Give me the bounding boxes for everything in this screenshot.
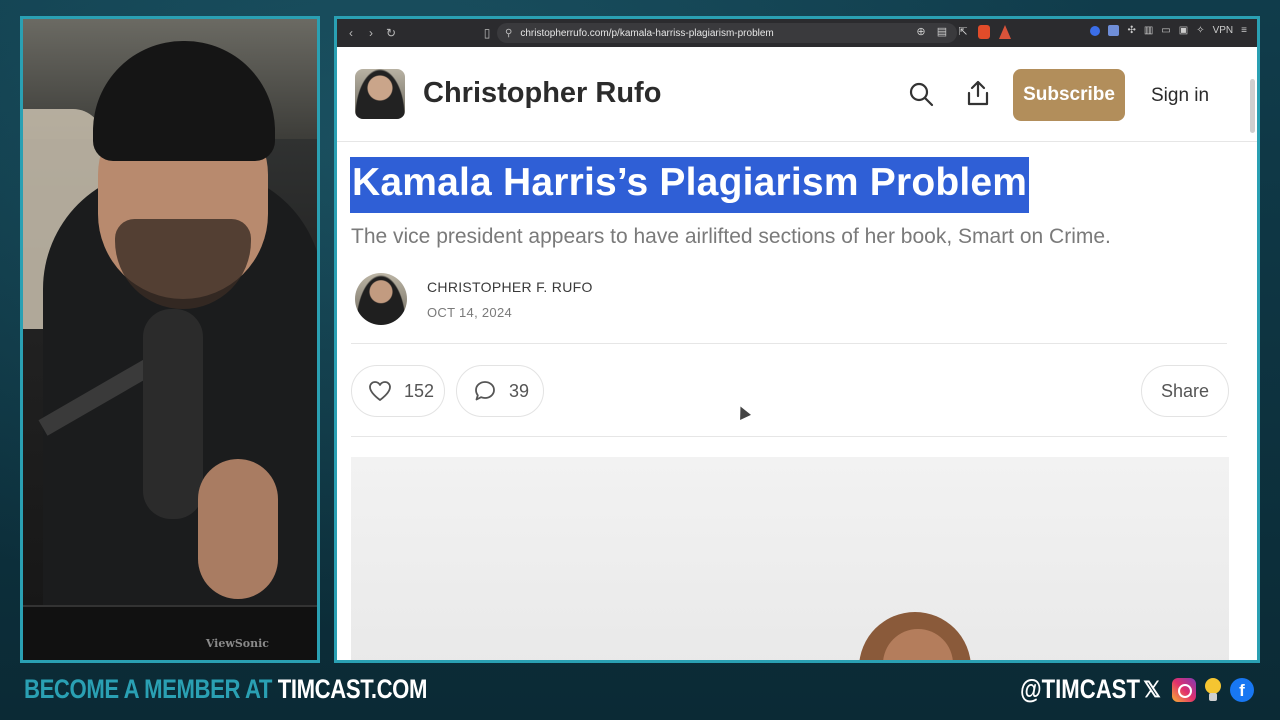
back-icon[interactable]: ‹: [341, 26, 361, 40]
sidebar-icon[interactable]: ▥: [1144, 25, 1153, 36]
scrollbar[interactable]: [1250, 79, 1255, 133]
social-icons: 𝕏 f: [1140, 678, 1254, 702]
search-icon[interactable]: [908, 81, 934, 107]
microphone: [143, 309, 203, 519]
share-label: Share: [1160, 380, 1210, 401]
webcam-feed: ViewSonic: [20, 16, 320, 663]
sign-in-link[interactable]: Sign in: [1151, 85, 1209, 107]
comment-count: 39: [509, 380, 530, 401]
forward-icon[interactable]: ›: [361, 26, 381, 40]
site-logo[interactable]: [355, 69, 405, 119]
facebook-icon: f: [1230, 678, 1254, 702]
tab-icon[interactable]: ▭: [1161, 25, 1170, 36]
divider: [351, 343, 1227, 344]
browser-toolbar: ‹ › ↻ ▯ ⚲ christopherrufo.com/p/kamala-h…: [337, 19, 1257, 47]
leo-icon[interactable]: ✧: [1196, 25, 1204, 36]
heart-icon: [369, 381, 391, 401]
post-title-wrapper: Kamala Harris’s Plagiarism Problem: [350, 157, 1030, 213]
instagram-icon: [1172, 678, 1196, 702]
puzzle-icon[interactable]: ✣: [1127, 25, 1135, 36]
post-date: OCT 14, 2024: [427, 305, 513, 320]
author-avatar[interactable]: [355, 273, 407, 325]
reader-icon[interactable]: ▤: [936, 25, 948, 39]
host-hand: [198, 459, 278, 599]
divider: [351, 436, 1227, 437]
comment-icon: [475, 381, 495, 401]
x-icon: 𝕏: [1143, 677, 1161, 702]
stream-overlay-bar: BECOME A MEMBER AT TIMCAST.COM @TIMCAST …: [0, 664, 1280, 720]
browser-window: ‹ › ↻ ▯ ⚲ christopherrufo.com/p/kamala-h…: [334, 16, 1260, 663]
social-handle: @TIMCAST: [1020, 674, 1140, 704]
vpn-button[interactable]: VPN: [1213, 25, 1234, 36]
membership-cta: BECOME A MEMBER AT TIMCAST.COM: [24, 674, 427, 705]
share-page-icon[interactable]: ⇱: [957, 25, 969, 39]
zoom-icon[interactable]: ⊕: [915, 25, 927, 39]
brave-shield-icon[interactable]: [978, 25, 990, 39]
post-title: Kamala Harris’s Plagiarism Problem: [350, 157, 1030, 213]
share-button[interactable]: Share: [1141, 365, 1229, 417]
site-name[interactable]: Christopher Rufo: [423, 77, 661, 110]
subscribe-button[interactable]: Subscribe: [1013, 69, 1125, 121]
rewards-icon[interactable]: [999, 25, 1011, 39]
comment-button[interactable]: 39: [456, 365, 544, 417]
share-icon[interactable]: [965, 79, 991, 107]
reload-icon[interactable]: ↻: [381, 26, 401, 40]
hero-image: [351, 457, 1229, 660]
mouse-cursor-icon: [735, 404, 751, 420]
lightbulb-icon: [1204, 678, 1222, 702]
extensions-area: ✣ ▥ ▭ ▣ ✧ VPN ≡: [1090, 25, 1247, 36]
extension-icon[interactable]: [1090, 25, 1101, 36]
wallet-icon[interactable]: ▣: [1179, 25, 1188, 36]
cta-site: TIMCAST.COM: [277, 674, 428, 704]
cta-text: BECOME A MEMBER AT: [24, 674, 278, 704]
menu-icon[interactable]: ≡: [1241, 25, 1247, 36]
bookmark-icon[interactable]: ▯: [477, 26, 497, 40]
url-text: christopherrufo.com/p/kamala-harriss-pla…: [520, 27, 774, 39]
post-subtitle: The vice president appears to have airli…: [351, 225, 1111, 248]
extension-b-icon[interactable]: [1108, 25, 1120, 36]
site-header: Christopher Rufo Subscribe Sign in: [337, 47, 1257, 142]
monitor: [23, 605, 317, 660]
like-button[interactable]: 152: [351, 365, 445, 417]
site-info-icon[interactable]: ⚲: [505, 28, 512, 39]
monitor-brand: ViewSonic: [205, 637, 269, 650]
webpage: Christopher Rufo Subscribe Sign in Kamal…: [337, 47, 1257, 660]
author-name[interactable]: CHRISTOPHER F. RUFO: [427, 279, 593, 295]
address-bar-actions: ⊕ ▤ ⇱: [915, 25, 1011, 39]
address-bar[interactable]: ⚲ christopherrufo.com/p/kamala-harriss-p…: [497, 23, 957, 43]
like-count: 152: [404, 380, 435, 401]
